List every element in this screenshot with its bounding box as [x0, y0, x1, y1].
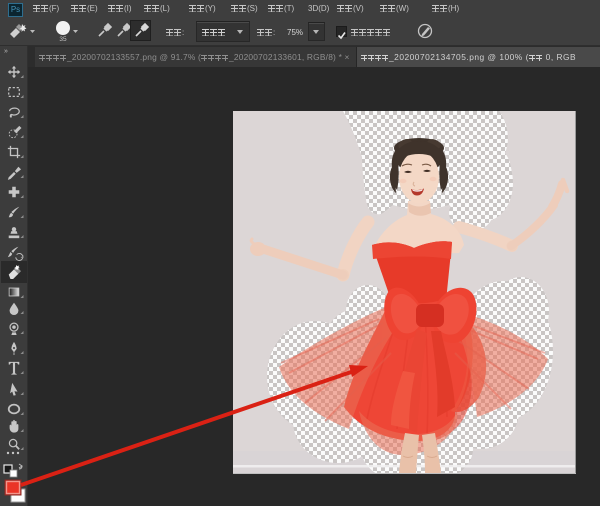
svg-text:35: 35	[59, 36, 67, 43]
